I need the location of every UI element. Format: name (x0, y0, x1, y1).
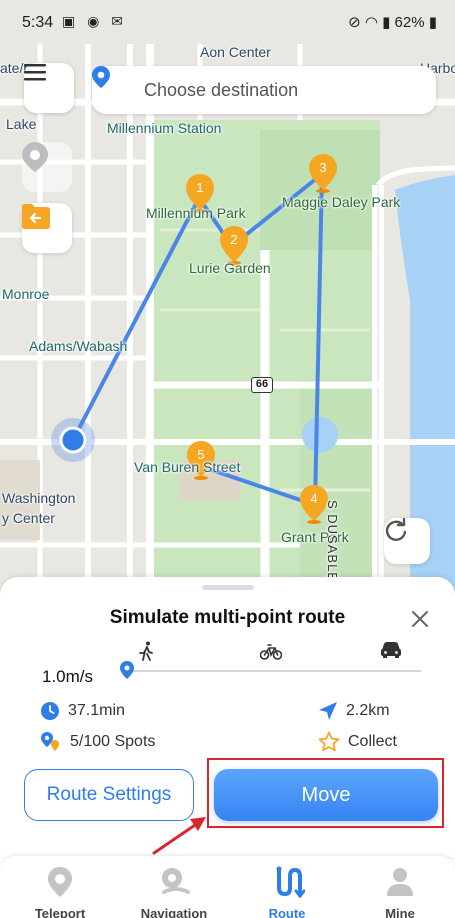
battery-icon: ▮ (428, 14, 437, 31)
sheet-drag-handle[interactable] (202, 585, 254, 590)
map-label-lake: Lake (6, 116, 37, 132)
status-bar: 5:34 ▣ ◉ ✉ ⊘ ◠ ▮ 62% ▮ (0, 0, 455, 44)
distance-value: 2.2km (346, 702, 390, 719)
duration-value: 37.1min (68, 702, 125, 719)
map-pin-icon (22, 142, 48, 172)
tab-route[interactable]: Route (237, 856, 337, 918)
waypoint-number: 3 (319, 160, 327, 175)
map-label-lurie-garden: Lurie Garden (189, 260, 271, 276)
bike-icon[interactable] (260, 641, 282, 661)
destination-search[interactable]: Choose destination (92, 66, 436, 114)
star-icon (318, 731, 340, 752)
refresh-icon (385, 518, 407, 541)
map-label-millennium-park: Millennium Park (146, 205, 246, 221)
waypoint-number: 2 (230, 232, 238, 247)
reset-route-button[interactable] (384, 518, 430, 564)
tab-label: Mine (385, 906, 415, 918)
signal-icon: ▮ (382, 14, 391, 31)
spots-stat: 5/100 Spots (40, 731, 155, 753)
map-view[interactable]: 1 2 3 4 5 ate/port Aon Center Harbo Lake… (0, 0, 455, 600)
navigation-icon (162, 868, 190, 894)
tab-label: Navigation (140, 906, 208, 918)
walk-icon[interactable] (137, 641, 155, 661)
status-right: ⊘ ◠ ▮ 62% ▮ (348, 13, 437, 31)
speed-slider[interactable] (120, 637, 421, 685)
clock-icon (41, 702, 59, 720)
tab-navigation[interactable]: Navigation (124, 856, 224, 918)
folder-import-icon (22, 204, 50, 229)
location-pin-icon (48, 867, 72, 897)
tab-mine[interactable]: Mine (350, 856, 450, 918)
multi-pin-icon (41, 732, 59, 751)
bottom-tab-bar: Teleport Navigation Route Mine (0, 855, 455, 918)
status-time: 5:34 (22, 14, 54, 31)
car-icon[interactable] (380, 641, 402, 659)
route-66-shield: 66 (251, 377, 273, 393)
search-placeholder: Choose destination (144, 80, 299, 100)
speed-value: 1.0m/s (42, 667, 94, 686)
tab-label: Route (268, 906, 306, 918)
highlight-box (207, 758, 444, 828)
navigation-arrow-icon (319, 702, 337, 720)
location-pin-icon (92, 66, 110, 88)
close-icon (412, 611, 428, 627)
battery-level: 62% (394, 14, 425, 31)
pointer-arrow-icon (152, 817, 206, 855)
hamburger-icon (24, 64, 46, 81)
map-label-adams-wabash: Adams/Wabash (29, 338, 128, 354)
slider-track[interactable] (126, 670, 421, 672)
map-label-van-buren-street: Van Buren Street (134, 459, 241, 475)
mute-icon: ⊘ (348, 14, 361, 31)
profile-icon (387, 868, 413, 896)
map-label-maggie-daley-park: Maggie Daley Park (282, 194, 401, 210)
wifi-icon: ◠ (364, 14, 378, 31)
spots-value: 5/100 Spots (70, 733, 156, 750)
distance-stat: 2.2km (318, 701, 390, 721)
slider-thumb-pin-icon[interactable] (120, 661, 134, 679)
route-icon (276, 866, 305, 898)
map-label-washington: Washington (2, 490, 76, 506)
waypoint-number: 1 (196, 180, 204, 195)
status-notification-icons: ▣ ◉ ✉ (62, 13, 127, 29)
close-button[interactable] (406, 605, 434, 633)
map-label-millennium-station: Millennium Station (107, 120, 222, 136)
map-label-aon-center: Aon Center (200, 44, 271, 60)
route-sheet: Simulate multi-point route 1.0m/s 37.1mi… (0, 577, 455, 857)
saved-routes-button[interactable] (22, 203, 72, 253)
map-label-library-center: y Center (2, 510, 55, 526)
collect-label: Collect (348, 733, 397, 750)
duration-stat: 37.1min (40, 701, 125, 721)
map-label-monroe: Monroe (2, 286, 50, 302)
collect-button[interactable]: Collect (318, 731, 397, 753)
location-mode-button[interactable] (22, 142, 72, 192)
tab-label: Teleport (34, 906, 86, 918)
menu-button[interactable] (24, 63, 74, 113)
sheet-title: Simulate multi-point route (109, 607, 346, 628)
tab-teleport[interactable]: Teleport (10, 856, 110, 918)
